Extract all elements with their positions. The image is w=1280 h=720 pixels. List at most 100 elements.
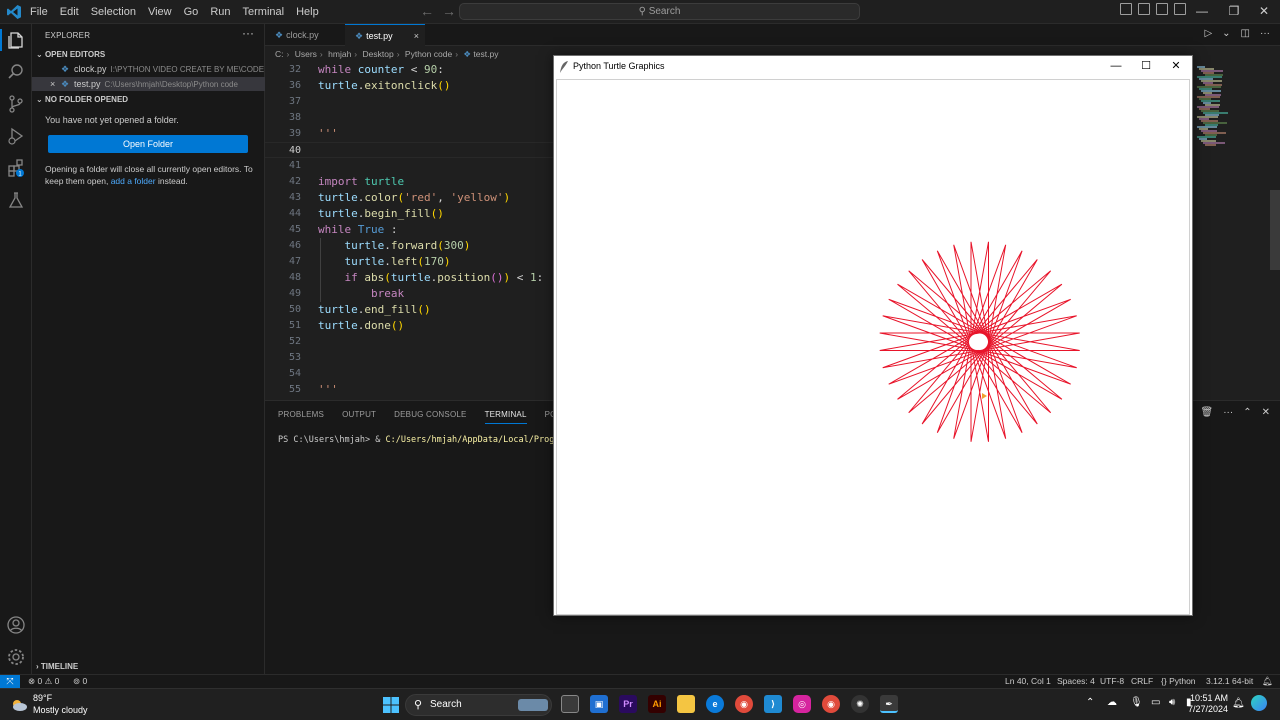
code-line[interactable]: 42 import turtle [265, 174, 555, 190]
close-panel-icon[interactable]: ✕ [1262, 407, 1270, 418]
taskbar-search[interactable]: ⚲ Search [405, 694, 552, 716]
instagram-icon[interactable]: ◎ [793, 695, 811, 713]
python-interpreter[interactable]: 3.12.1 64-bit [1206, 675, 1253, 688]
code-line[interactable]: 41 [265, 158, 555, 174]
edge-icon[interactable]: e [706, 695, 724, 713]
task-view-icon[interactable] [561, 695, 579, 713]
remote-indicator-icon[interactable]: ⤧ [0, 675, 20, 689]
illustrator-icon[interactable]: Ai [648, 695, 666, 713]
run-python-icon[interactable]: ▷ [1204, 28, 1212, 39]
code-line[interactable]: 43 turtle.color('red', 'yellow') [265, 190, 555, 206]
code-editor[interactable]: 32 while counter < 90: 36 turtle.exitonclic… [265, 62, 555, 399]
timeline-section[interactable]: › TIMELINE [36, 662, 78, 671]
more-actions-icon[interactable]: ··· [1260, 28, 1270, 39]
chatgpt-icon[interactable]: ✺ [851, 695, 869, 713]
code-line[interactable]: 55 ''' [265, 382, 555, 398]
turtle-maximize-button[interactable]: ☐ [1131, 56, 1161, 78]
trash-icon[interactable]: 🗑 [1201, 407, 1214, 418]
file-explorer-icon[interactable] [677, 695, 695, 713]
customize-layout-icon[interactable] [1174, 3, 1186, 15]
open-editor-test[interactable]: × ❖ test.py C:\Users\hmjah\Desktop\Python… [32, 77, 265, 91]
cursor-position[interactable]: Ln 40, Col 1 [1005, 675, 1051, 688]
turtle-close-button[interactable]: ✕ [1161, 56, 1191, 78]
source-control-icon[interactable] [6, 94, 26, 114]
menu-edit[interactable]: Edit [54, 0, 85, 24]
chrome-icon[interactable]: ◉ [735, 695, 753, 713]
network-icon[interactable]: ▭ [1151, 697, 1160, 708]
code-line[interactable]: 50 turtle.end_fill() [265, 302, 555, 318]
ports-status[interactable]: ⊚ 0 [73, 675, 87, 688]
notifications-bell-icon[interactable]: 🔔︎ [1262, 675, 1273, 688]
code-line[interactable]: 44 turtle.begin_fill() [265, 206, 555, 222]
tab-debug-console[interactable]: DEBUG CONSOLE [394, 410, 466, 424]
copilot-icon[interactable] [1251, 695, 1267, 711]
code-line[interactable]: 32 while counter < 90: [265, 62, 555, 78]
toggle-panel-icon[interactable] [1138, 3, 1150, 15]
menu-run[interactable]: Run [204, 0, 236, 24]
no-folder-section[interactable]: ⌄ NO FOLDER OPENED [36, 95, 128, 104]
code-line[interactable]: 39 ''' [265, 126, 555, 142]
testing-icon[interactable] [6, 190, 26, 210]
turtle-minimize-button[interactable]: — [1101, 56, 1131, 78]
code-line[interactable]: 48 if abs(turtle.position()) < 1: [265, 270, 555, 286]
code-line[interactable]: 38 [265, 110, 555, 126]
tab-clock-py[interactable]: ❖ clock.py [265, 24, 345, 46]
close-tab-icon[interactable]: × [414, 25, 419, 47]
toggle-sidebar-icon[interactable] [1120, 3, 1132, 15]
notification-bell-icon[interactable]: 🔔︎ [1232, 698, 1245, 709]
menu-help[interactable]: Help [290, 0, 325, 24]
code-line[interactable]: 51 turtle.done() [265, 318, 555, 334]
more-actions-icon[interactable]: ··· [1223, 407, 1233, 418]
chevron-up-icon[interactable]: ⌃ [1086, 697, 1094, 708]
taskbar-clock[interactable]: 10:51 AM 7/27/2024 [1188, 693, 1228, 715]
minimap[interactable] [1193, 62, 1273, 399]
volume-icon[interactable]: 🔊︎ [1169, 697, 1175, 708]
close-editor-icon[interactable]: × [50, 77, 55, 91]
editor-scrollbar[interactable] [1270, 190, 1280, 270]
microphone-icon[interactable]: 🎙︎ [1130, 697, 1143, 708]
extensions-icon[interactable]: 1 [6, 158, 26, 178]
menu-go[interactable]: Go [178, 0, 205, 24]
open-editor-clock[interactable]: ❖ clock.py I:\PYTHON VIDEO CREATE BY ME\C… [32, 62, 265, 76]
store-icon[interactable]: ▣ [590, 695, 608, 713]
back-arrow-icon[interactable]: ← [420, 3, 434, 19]
toggle-secondary-sidebar-icon[interactable] [1156, 3, 1168, 15]
vscode-taskbar-icon[interactable]: ⟩ [764, 695, 782, 713]
accounts-icon[interactable] [6, 615, 26, 635]
chrome-profile-icon[interactable]: ◉ [822, 695, 840, 713]
code-line[interactable]: 36 turtle.exitonclick() [265, 78, 555, 94]
code-line[interactable]: 40 [265, 142, 555, 158]
code-line[interactable]: 53 [265, 350, 555, 366]
more-actions-icon[interactable]: ··· [242, 26, 254, 40]
maximize-button[interactable]: ❐ [1218, 0, 1250, 24]
menu-selection[interactable]: Selection [85, 0, 142, 24]
tab-test-py[interactable]: ❖ test.py × [345, 24, 425, 46]
minimize-button[interactable]: — [1186, 0, 1218, 24]
run-debug-icon[interactable] [6, 126, 26, 146]
breadcrumb-item[interactable]: Python code [405, 49, 452, 59]
breadcrumb-item[interactable]: Desktop [363, 49, 394, 59]
tab-problems[interactable]: PROBLEMS [278, 410, 324, 424]
explorer-icon[interactable] [6, 30, 26, 50]
open-folder-button[interactable]: Open Folder [48, 135, 248, 153]
windows-start-icon[interactable] [382, 696, 400, 714]
tab-output[interactable]: OUTPUT [342, 410, 376, 424]
code-line[interactable]: 45 while True : [265, 222, 555, 238]
indentation[interactable]: Spaces: 4 [1057, 675, 1095, 688]
turtle-title-bar[interactable]: Python Turtle Graphics — ☐ ✕ [554, 56, 1192, 78]
premiere-pro-icon[interactable]: Pr [619, 695, 637, 713]
onedrive-cloud-icon[interactable]: ☁ [1107, 697, 1117, 708]
code-line[interactable]: 54 [265, 366, 555, 382]
code-line[interactable]: 37 [265, 94, 555, 110]
split-editor-icon[interactable]: ◫ [1241, 28, 1250, 39]
settings-gear-icon[interactable] [6, 647, 26, 667]
code-line[interactable]: 47 turtle.left(170) [265, 254, 555, 270]
turtle-canvas[interactable] [556, 79, 1190, 615]
add-folder-link[interactable]: add a folder [111, 176, 156, 186]
code-line[interactable]: 49 break [265, 286, 555, 302]
code-line[interactable]: 52 [265, 334, 555, 350]
open-editors-section[interactable]: ⌄ OPEN EDITORS [36, 50, 105, 59]
language-mode[interactable]: {} Python [1161, 675, 1196, 688]
forward-arrow-icon[interactable]: → [442, 3, 456, 19]
terminal-output[interactable]: PS C:\Users\hmjah> & C:/Users/hmjah/AppD… [278, 435, 580, 445]
